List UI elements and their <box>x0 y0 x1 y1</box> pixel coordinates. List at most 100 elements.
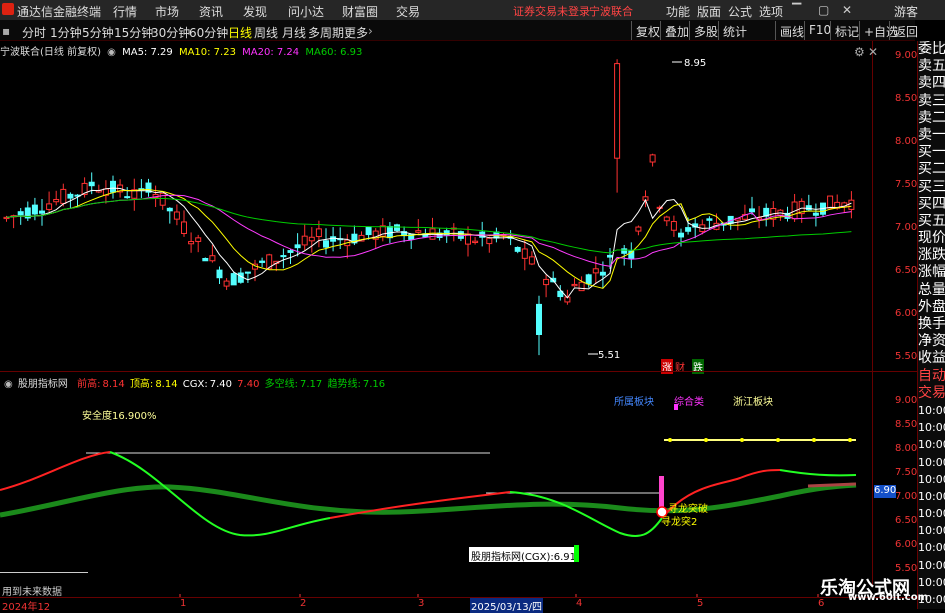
sidebar-item[interactable]: 总量 <box>918 282 945 299</box>
sidebar-item[interactable]: 10:00 <box>918 557 945 574</box>
indicator-name: 股朋指标网 <box>17 379 68 390</box>
candle-body <box>287 250 294 253</box>
candle-body <box>415 230 422 233</box>
sidebar-item[interactable]: 10:00 <box>918 419 945 436</box>
candle-body <box>528 256 535 265</box>
candle-body <box>31 204 38 215</box>
sidebar-item[interactable]: 买三 <box>918 179 945 196</box>
sidebar-item[interactable]: 买一 <box>918 144 945 161</box>
sidebar-item[interactable]: 净资 <box>918 333 945 350</box>
sidebar-item[interactable]: 自动 <box>918 368 945 385</box>
sidebar-item[interactable]: 卖五 <box>918 58 945 75</box>
candle-body <box>614 63 621 159</box>
sidebar-item[interactable]: 涨跌 <box>918 247 945 264</box>
candle-body <box>88 181 95 187</box>
indicator-legend: ◉ 股朋指标网 前高: 8.14 顶高: 8.14 CGX: 7.40 7.40 多空… <box>4 375 387 390</box>
sidebar-item[interactable]: 10:00 <box>918 488 945 505</box>
qiangao-label: 前高: <box>77 379 101 390</box>
sidebar-item[interactable]: 卖二 <box>918 110 945 127</box>
sidebar-item[interactable]: 交易 <box>918 385 945 402</box>
moving-averages <box>6 61 852 355</box>
ind-tick-650: 6.50 <box>895 515 918 526</box>
ma10-label: MA10: 7.23 <box>178 47 236 58</box>
sidebar-item[interactable]: 10:00 <box>918 471 945 488</box>
cgx-green-2 <box>509 491 663 537</box>
current-value-badge: 6.90 <box>874 485 897 498</box>
indicator-dropdown-icon[interactable]: ◉ <box>4 379 13 390</box>
candle-body <box>678 232 684 238</box>
sidebar-item[interactable]: 卖三 <box>918 93 945 110</box>
x-cursor-date[interactable]: 2025/03/13/四 <box>470 598 544 613</box>
price-tick-700: 7.00 <box>895 222 918 233</box>
candle-body <box>649 154 656 163</box>
ind-tick-750: 7.50 <box>895 467 918 478</box>
sidebar-item[interactable]: 买四 <box>918 196 945 213</box>
price-tick-800: 8.00 <box>895 136 918 147</box>
sidebar-item[interactable]: 10:00 <box>918 574 945 591</box>
quote-sidebar: 委比 卖五 卖四 卖三 卖二 卖一 买一 买二 买三 买四 买五 现价 涨跌 涨幅 总量 外盘 换手 净资 收益 自动… <box>917 41 945 609</box>
candle-body <box>592 268 599 274</box>
resistance-dot <box>704 438 708 442</box>
sidebar-item[interactable]: 10:00 <box>918 402 945 419</box>
sidebar-item[interactable]: 买五 <box>918 213 945 230</box>
candle-body <box>706 218 713 221</box>
x-label-mar: 3 <box>418 598 425 609</box>
future-data-note: 用到未来数据 <box>2 587 62 598</box>
kline-chart[interactable] <box>0 0 917 597</box>
candle-body <box>216 269 223 279</box>
sidebar-item[interactable]: 10:00 <box>918 436 945 453</box>
candle-body <box>244 271 251 274</box>
dropdown-icon[interactable]: ◉ <box>107 47 116 58</box>
sidebar-item[interactable]: 10:00 <box>918 539 945 556</box>
candle-body <box>521 248 528 259</box>
candle-body <box>294 244 301 249</box>
cgx-value-box: 股朋指标网(CGX):6.91 <box>469 547 579 563</box>
sidebar-item[interactable]: 卖一 <box>918 127 945 144</box>
resistance-dot <box>848 438 852 442</box>
ma60-label: MA60: 6.93 <box>305 47 363 58</box>
candle-body <box>230 273 237 286</box>
candle-body <box>571 283 578 287</box>
sidebar-item[interactable]: 买二 <box>918 161 945 178</box>
x-label-dec: 2024年12 <box>2 602 51 613</box>
watermark-url: www.60lt.com <box>848 592 929 603</box>
close-panel-icon[interactable]: ✕ <box>868 45 878 59</box>
dinggao-label: 顶高: <box>129 379 154 390</box>
sidebar-item[interactable]: 卖四 <box>918 75 945 92</box>
candle-body <box>60 188 67 204</box>
green-bar-marker <box>574 545 579 562</box>
candle-body <box>209 255 216 262</box>
ma10-line <box>6 188 852 289</box>
candle-body <box>457 231 464 239</box>
duokong-label: 多空线: <box>264 379 298 390</box>
sidebar-item[interactable]: 换手 <box>918 316 945 333</box>
sidebar-item[interactable]: 10:00 <box>918 454 945 471</box>
price-tick-900: 9.00 <box>895 50 918 61</box>
ind-tick-850: 8.50 <box>895 419 918 430</box>
cgx-value: 7.40 <box>209 379 232 390</box>
ma-legend: 宁波联合(日线 前复权) ◉ MA5: 7.29 MA10: 7.23 MA20… <box>0 43 365 58</box>
date-axis: 2024年12 1 2 3 2025/03/13/四 4 5 6 <box>0 597 917 613</box>
candle-body <box>181 221 187 234</box>
ma5-label: MA5: 7.29 <box>122 47 173 58</box>
candle-body <box>223 280 230 287</box>
candle-body <box>323 240 329 248</box>
candle-body <box>536 303 542 335</box>
settings-icon[interactable]: ⚙ <box>854 45 865 59</box>
sidebar-item[interactable]: 现价 <box>918 230 945 247</box>
candle-body <box>386 225 393 239</box>
candle-body <box>635 226 642 232</box>
candle-body <box>315 228 322 238</box>
sidebar-item[interactable]: 涨幅 <box>918 264 945 281</box>
sidebar-item[interactable]: 10:00 <box>918 522 945 539</box>
sidebar-item[interactable]: 外盘 <box>918 299 945 316</box>
sidebar-item[interactable]: 收益 <box>918 350 945 367</box>
candle-body <box>812 212 819 216</box>
note-underline <box>0 572 88 573</box>
candle-body <box>330 236 337 242</box>
candle-body <box>39 210 45 214</box>
candlesticks <box>3 59 855 356</box>
sidebar-item[interactable]: 10:00 <box>918 505 945 522</box>
sidebar-item[interactable]: 委比 <box>918 41 945 58</box>
candle-body <box>67 193 74 199</box>
